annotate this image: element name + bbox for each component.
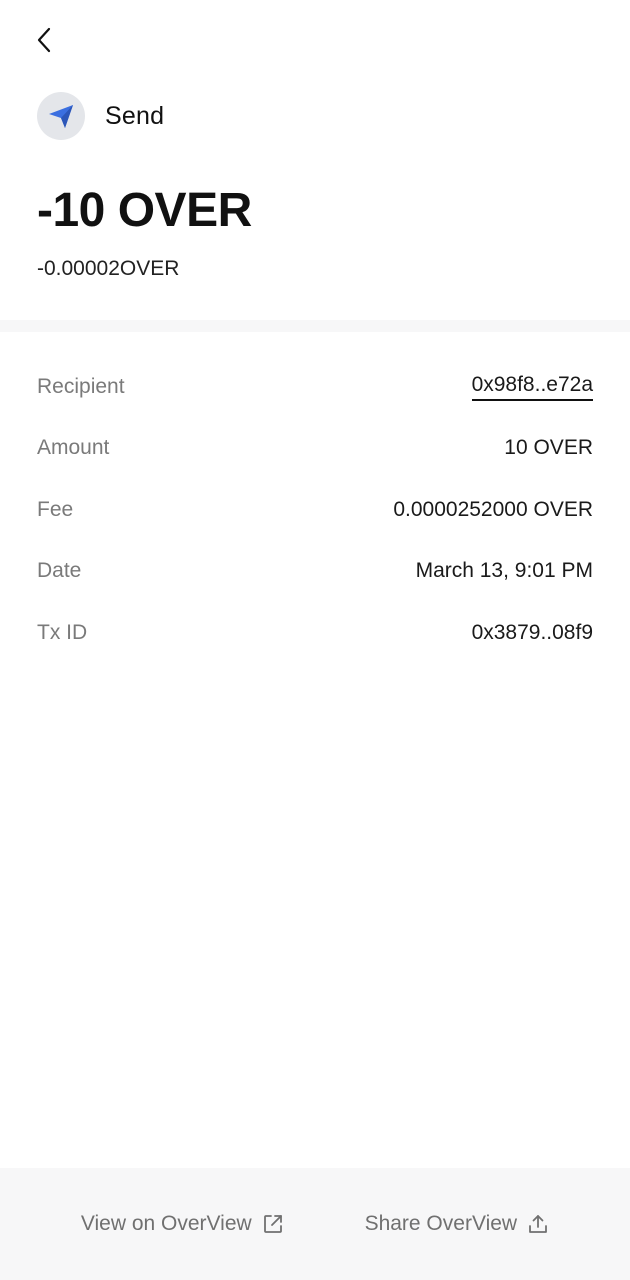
section-divider (0, 320, 630, 332)
share-overview-label: Share OverView (364, 1212, 518, 1235)
back-button[interactable] (26, 22, 62, 58)
date-value: March 13, 9:01 PM (415, 559, 593, 583)
share-overview-button[interactable]: Share OverView (365, 1212, 550, 1236)
chevron-left-icon (37, 27, 51, 53)
detail-row-txid: Tx ID 0x3879..08f9 (37, 602, 593, 664)
detail-row-date: Date March 13, 9:01 PM (37, 541, 593, 603)
view-on-overview-button[interactable]: View on OverView (81, 1212, 284, 1236)
transaction-sub-amount: -0.00002OVER (37, 257, 180, 280)
detail-row-recipient: Recipient 0x98f8..e72a (37, 356, 593, 418)
recipient-label: Recipient (37, 374, 125, 398)
fee-label: Fee (37, 497, 74, 521)
footer-actions: View on OverView Share OverView (0, 1168, 630, 1280)
fee-value: 0.0000252000 OVER (393, 497, 593, 521)
recipient-address-link[interactable]: 0x98f8..e72a (471, 373, 593, 401)
amount-value: 10 OVER (504, 436, 593, 460)
detail-row-amount: Amount 10 OVER (37, 418, 593, 480)
date-label: Date (37, 559, 82, 583)
detail-row-fee: Fee 0.0000252000 OVER (37, 479, 593, 541)
txid-label: Tx ID (37, 620, 88, 644)
amount-label: Amount (37, 436, 110, 460)
transaction-type-avatar (37, 92, 85, 140)
transaction-amount: -10 OVER (37, 184, 252, 237)
paper-plane-icon (49, 105, 73, 128)
transaction-type-label: Send (105, 101, 165, 130)
share-icon (529, 1215, 547, 1233)
transaction-detail-screen: Send -10 OVER -0.00002OVER Recipient 0x9… (0, 0, 630, 1280)
transaction-details: Recipient 0x98f8..e72a Amount 10 OVER Fe… (37, 356, 593, 664)
external-link-icon (263, 1215, 282, 1233)
transaction-type: Send (37, 92, 164, 140)
txid-value[interactable]: 0x3879..08f9 (472, 621, 593, 645)
view-on-overview-label: View on OverView (80, 1212, 252, 1235)
